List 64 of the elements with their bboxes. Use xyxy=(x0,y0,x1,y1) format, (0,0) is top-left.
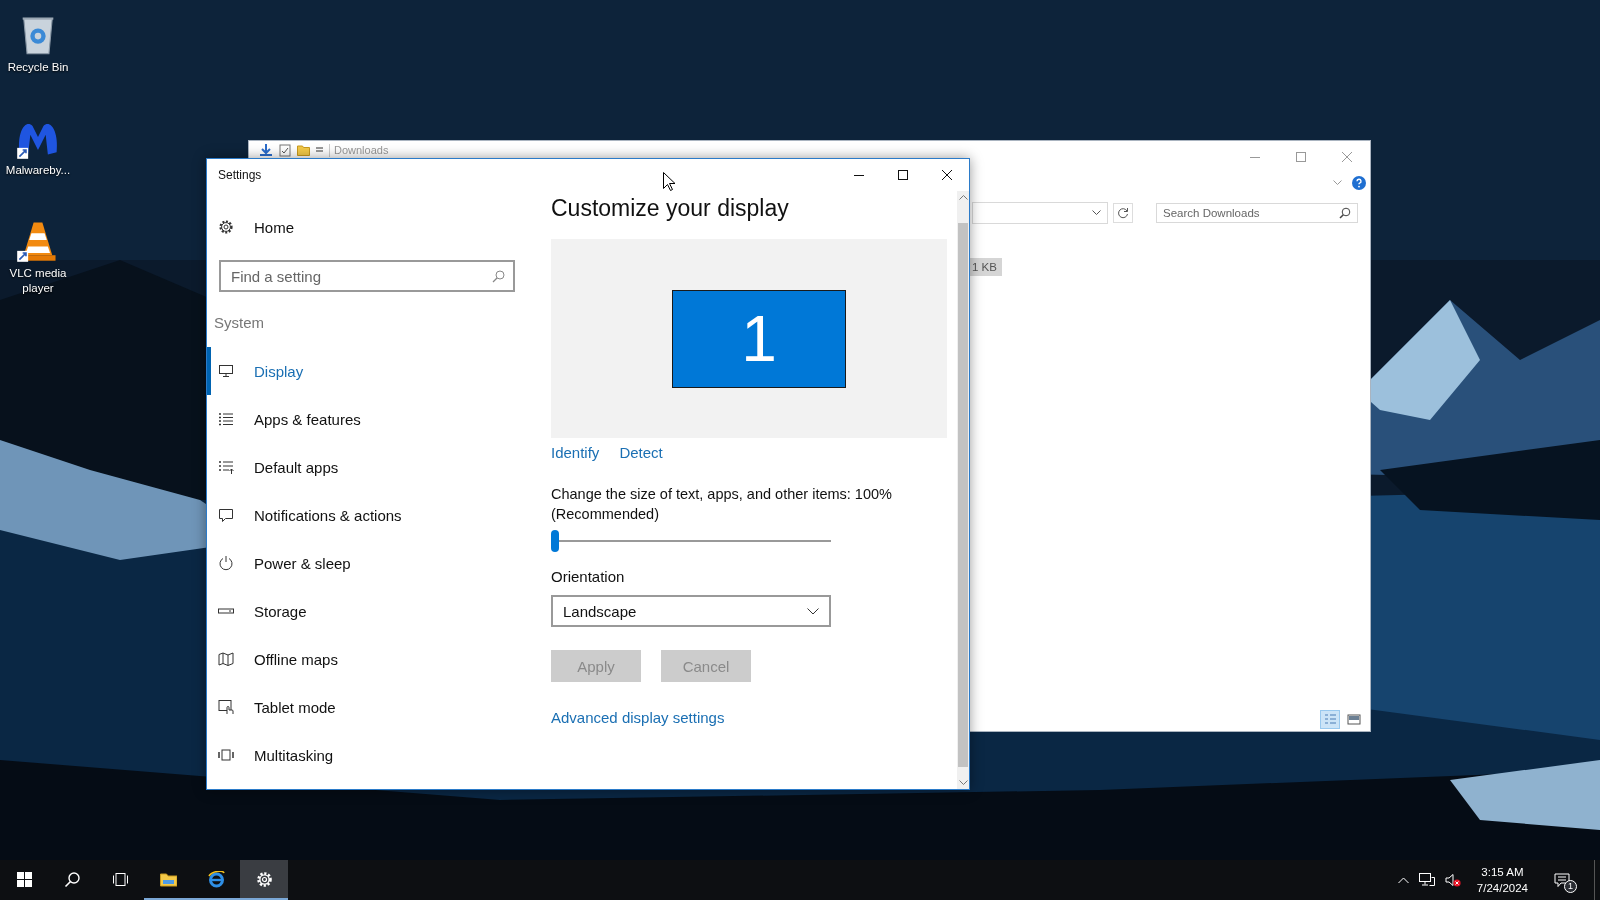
link[interactable]: Detect xyxy=(619,443,663,463)
desktop-icon-label[interactable]: Recycle Bin xyxy=(7,60,69,75)
search-icon[interactable] xyxy=(1339,207,1351,219)
clock-time[interactable]: 3:15 AM xyxy=(1481,864,1524,880)
monitor-icon xyxy=(218,363,234,379)
window-title: Downloads xyxy=(329,143,389,157)
globe-ring-icon xyxy=(207,870,225,888)
search-icon[interactable] xyxy=(492,270,505,283)
nav-item[interactable]: Storage xyxy=(207,587,537,635)
scale-label: Change the size of text, apps, and other items: 100% (Recommended) xyxy=(551,485,893,524)
chevron-up-icon[interactable] xyxy=(1397,876,1409,884)
home-link[interactable]: Home xyxy=(254,218,294,236)
list-arrow-icon xyxy=(218,459,234,475)
desktop-icon-label[interactable]: Malwareby... xyxy=(5,163,71,178)
speech-bubble-icon[interactable] xyxy=(1554,872,1570,888)
chevron-down-icon xyxy=(807,607,819,615)
download-arrow-icon[interactable] xyxy=(259,143,273,157)
nav-item[interactable]: Default apps xyxy=(207,443,537,491)
map-icon xyxy=(218,651,234,667)
clock-date[interactable]: 7/24/2024 xyxy=(1476,880,1528,896)
speaker-muted-icon[interactable] xyxy=(1444,873,1461,887)
document-check-icon[interactable] xyxy=(279,143,291,157)
nav-item[interactable]: Notifications & actions xyxy=(207,491,537,539)
network-icon[interactable] xyxy=(1418,873,1435,887)
folder-icon[interactable] xyxy=(297,144,310,156)
nav-item[interactable]: Multitasking xyxy=(207,731,537,779)
nav-item[interactable]: Apps & features xyxy=(207,395,537,443)
window-title: Settings xyxy=(217,168,262,182)
scroll-up-icon[interactable] xyxy=(958,194,968,200)
scrollbar-thumb[interactable] xyxy=(958,223,968,767)
search-icon xyxy=(63,870,81,888)
power-icon xyxy=(218,555,234,571)
dropdown[interactable]: Landscape xyxy=(551,595,831,627)
tablet-hand-icon xyxy=(218,699,234,715)
folder-icon xyxy=(159,870,177,888)
slider-thumb[interactable] xyxy=(551,530,559,552)
task-view-icon xyxy=(111,870,129,888)
nav-item[interactable]: Tablet mode xyxy=(207,683,537,731)
chevron-down-icon[interactable] xyxy=(1092,210,1101,216)
desktop-icon-label[interactable]: VLC media player xyxy=(0,266,76,296)
monitor-tile[interactable]: 1 xyxy=(672,289,846,388)
nav-item[interactable]: Power & sleep xyxy=(207,539,537,587)
nav-item[interactable]: Display xyxy=(207,347,537,395)
windows-stack-icon xyxy=(218,747,234,763)
windows-logo-icon xyxy=(15,870,33,888)
speech-bubble-icon xyxy=(218,507,234,523)
page-heading: Customize your display xyxy=(551,195,789,221)
nav-item[interactable]: Offline maps xyxy=(207,635,537,683)
notification-badge: 1 xyxy=(1564,879,1577,893)
mouse-pointer-icon xyxy=(663,172,675,191)
scrollbar[interactable] xyxy=(957,191,969,789)
link[interactable]: Advanced display settings xyxy=(551,708,725,728)
field-label: Orientation xyxy=(551,567,625,587)
search-field[interactable]: Find a setting xyxy=(219,260,515,292)
scroll-down-icon[interactable] xyxy=(958,780,968,786)
link[interactable]: Identify xyxy=(551,443,600,463)
refresh-icon[interactable] xyxy=(1113,203,1133,223)
taskbar-button[interactable] xyxy=(240,860,288,900)
gear-icon[interactable] xyxy=(218,219,234,235)
section-heading: System xyxy=(213,313,265,333)
gear-icon xyxy=(255,870,273,888)
dropdown-equals-icon[interactable] xyxy=(316,146,323,154)
help-icon[interactable] xyxy=(1352,176,1366,190)
list-icon xyxy=(218,411,234,427)
